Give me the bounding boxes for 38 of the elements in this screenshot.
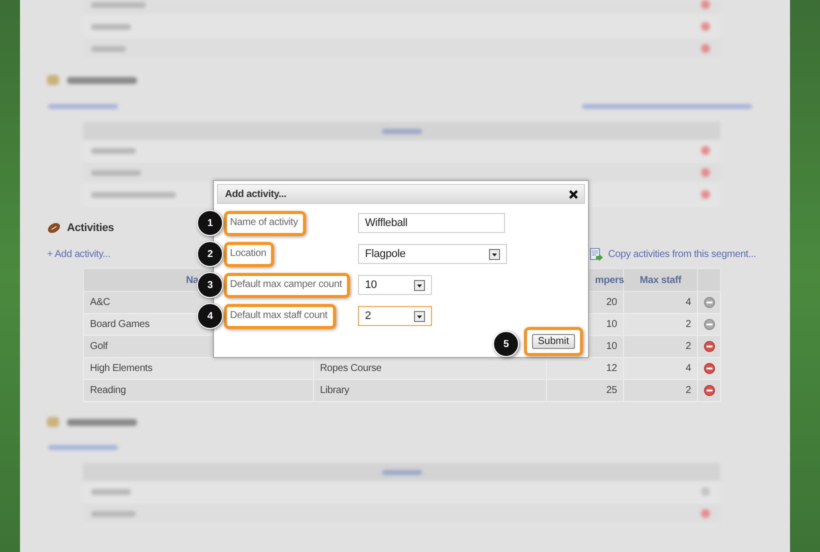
column-header: Max staff bbox=[624, 268, 698, 292]
table-cell: 2 bbox=[624, 336, 698, 358]
copy-activities-link[interactable]: Copy activities from this segment... bbox=[608, 248, 756, 260]
table-cell: 2 bbox=[624, 314, 698, 336]
football-icon bbox=[47, 222, 61, 234]
dialog-title: Add activity... bbox=[225, 188, 286, 200]
callout-number: 1 bbox=[197, 210, 223, 236]
table-cell: 4 bbox=[624, 358, 698, 380]
section-title: Activities bbox=[67, 222, 114, 234]
table-cell: 2 bbox=[624, 380, 698, 402]
column-header: Na bbox=[186, 274, 198, 286]
field-label: Name of activity bbox=[224, 210, 306, 236]
field-label: Location bbox=[224, 242, 274, 266]
field-label: Default max camper count bbox=[224, 272, 350, 298]
column-header: mpers bbox=[595, 274, 624, 286]
field-label: Default max staff count bbox=[224, 304, 336, 328]
table-cell: 25 bbox=[546, 380, 624, 402]
close-icon[interactable] bbox=[569, 190, 578, 198]
table-cell: 12 bbox=[546, 358, 624, 380]
select-field[interactable]: 10 bbox=[358, 275, 432, 295]
callout-number: 5 bbox=[493, 331, 519, 357]
table-cell: Reading bbox=[84, 380, 314, 402]
select-field[interactable]: 2 bbox=[358, 306, 432, 326]
remove-icon[interactable] bbox=[704, 384, 714, 396]
add-activity-link[interactable]: + Add activity... bbox=[47, 248, 110, 260]
remove-icon[interactable] bbox=[704, 340, 714, 352]
remove-icon[interactable] bbox=[704, 362, 714, 374]
table-cell: Library bbox=[314, 380, 546, 402]
table-cell: Ropes Course bbox=[314, 358, 546, 380]
input-field[interactable]: Wiffleball bbox=[358, 213, 505, 233]
callout-number: 3 bbox=[197, 272, 223, 298]
copy-icon bbox=[590, 248, 604, 260]
table-cell: 4 bbox=[624, 292, 698, 314]
callout-number: 4 bbox=[197, 303, 223, 329]
callout-number: 2 bbox=[197, 241, 223, 267]
table-cell: High Elements bbox=[84, 358, 314, 380]
submit-button[interactable]: Submit bbox=[532, 334, 575, 349]
select-field[interactable]: Flagpole bbox=[358, 244, 507, 264]
